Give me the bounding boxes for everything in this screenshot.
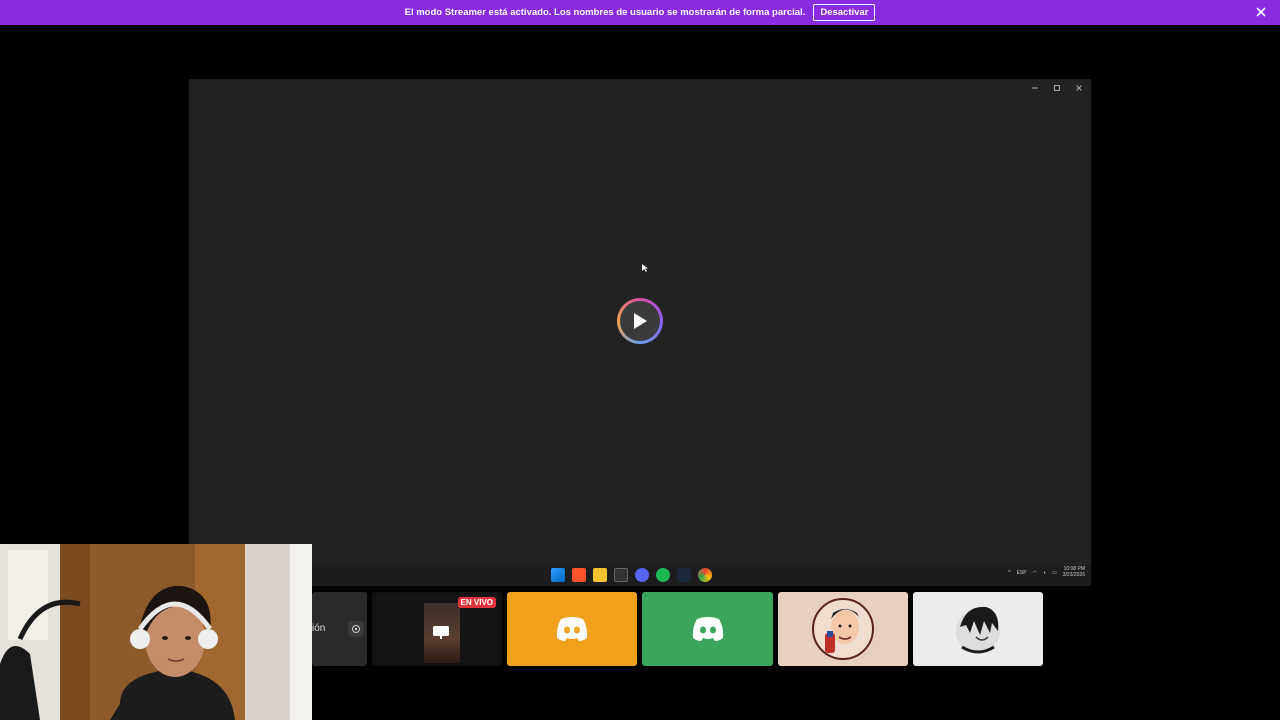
steam-icon — [677, 568, 691, 582]
discord-icon — [692, 617, 723, 641]
avatar-icon — [812, 598, 874, 660]
clock-date: 3/23/2026 — [1062, 571, 1085, 578]
close-icon[interactable] — [1073, 82, 1085, 94]
taskbar-apps — [551, 568, 712, 582]
tile-partial-label: ión — [312, 623, 326, 634]
webcam-feed — [0, 544, 312, 720]
live-stream-tile[interactable]: EN VIVO — [372, 592, 502, 666]
chrome-icon — [698, 568, 712, 582]
language-indicator: ESP — [1016, 569, 1027, 576]
taskbar-clock: 10:08 PM 3/23/2026 — [1062, 566, 1085, 578]
system-tray: ^ ESP ◠ ◖ ▭ 10:08 PM 3/23/2026 — [1008, 566, 1085, 578]
maximize-icon[interactable] — [1051, 82, 1063, 94]
window-controls — [1029, 82, 1085, 94]
terminal-icon — [614, 568, 628, 582]
banner-close-icon[interactable] — [1254, 5, 1268, 19]
streamer-mode-message: El modo Streamer está activado. Los nomb… — [404, 7, 806, 18]
webcam-image — [0, 544, 312, 720]
chevron-up-icon: ^ — [1008, 569, 1011, 576]
play-button[interactable] — [617, 298, 663, 344]
discord-taskbar-icon — [635, 568, 649, 582]
discord-tile-green[interactable] — [642, 592, 773, 666]
volume-icon: ◖ — [1042, 569, 1047, 576]
avatar-tile-2[interactable] — [913, 592, 1043, 666]
file-explorer-icon — [593, 568, 607, 582]
discord-icon — [556, 617, 588, 641]
remote-taskbar: ^ ESP ◠ ◖ ▭ 10:08 PM 3/23/2026 — [189, 565, 1091, 586]
stream-view[interactable]: ^ ESP ◠ ◖ ▭ 10:08 PM 3/23/2026 — [189, 79, 1091, 586]
screen-share-icon[interactable] — [348, 621, 364, 637]
avatar-icon — [956, 606, 1000, 654]
brave-browser-icon — [572, 568, 586, 582]
avatar-tile-1[interactable] — [778, 592, 908, 666]
mouse-cursor-icon — [642, 264, 648, 272]
minimize-icon[interactable] — [1029, 82, 1041, 94]
participant-tile-partial[interactable]: ión — [312, 592, 367, 666]
deactivate-button[interactable]: Desactivar — [813, 4, 876, 21]
monitor-icon — [433, 626, 449, 639]
battery-icon: ▭ — [1052, 569, 1057, 576]
windows-start-icon — [551, 568, 565, 582]
wifi-icon: ◠ — [1032, 569, 1037, 576]
live-badge: EN VIVO — [457, 597, 496, 608]
spotify-icon — [656, 568, 670, 582]
play-icon — [634, 313, 647, 329]
streamer-mode-banner: El modo Streamer está activado. Los nomb… — [0, 0, 1280, 25]
discord-tile-orange[interactable] — [507, 592, 637, 666]
